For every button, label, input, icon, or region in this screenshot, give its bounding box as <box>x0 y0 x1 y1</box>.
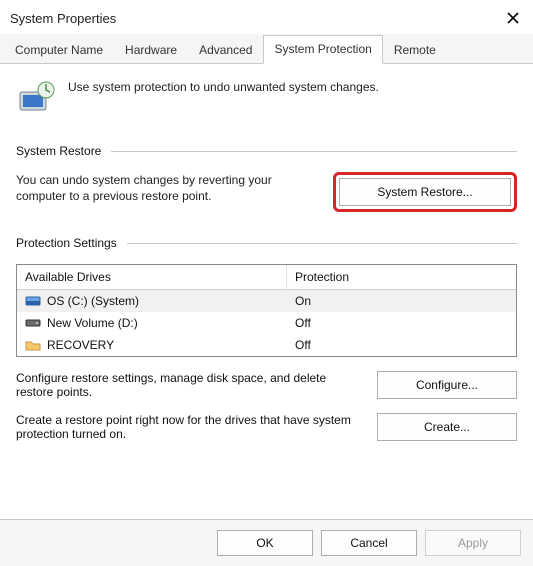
tabstrip: Computer Name Hardware Advanced System P… <box>0 34 533 64</box>
window-title: System Properties <box>10 11 116 26</box>
tab-system-protection[interactable]: System Protection <box>263 35 382 64</box>
drive-name: RECOVERY <box>47 338 114 352</box>
ok-button[interactable]: OK <box>217 530 313 556</box>
close-icon <box>506 11 520 25</box>
divider <box>111 151 517 152</box>
close-button[interactable] <box>503 8 523 28</box>
intro-row: Use system protection to undo unwanted s… <box>16 78 517 118</box>
tab-hardware[interactable]: Hardware <box>114 36 188 64</box>
intro-text: Use system protection to undo unwanted s… <box>68 78 379 94</box>
tab-remote[interactable]: Remote <box>383 36 447 64</box>
drive-protection: Off <box>287 334 516 356</box>
drive-protection: Off <box>287 312 516 334</box>
protection-settings-header-label: Protection Settings <box>16 236 117 250</box>
system-restore-button[interactable]: System Restore... <box>339 178 511 206</box>
protection-settings-group: Protection Settings Available Drives Pro… <box>16 236 517 441</box>
configure-button[interactable]: Configure... <box>377 371 517 399</box>
system-restore-header-label: System Restore <box>16 144 101 158</box>
apply-button: Apply <box>425 530 521 556</box>
drive-os-icon <box>25 294 41 308</box>
tab-advanced[interactable]: Advanced <box>188 36 263 64</box>
table-row[interactable]: RECOVERY Off <box>17 334 516 356</box>
protection-settings-header: Protection Settings <box>16 236 517 250</box>
titlebar: System Properties <box>0 0 533 34</box>
create-button[interactable]: Create... <box>377 413 517 441</box>
drive-name: New Volume (D:) <box>47 316 138 330</box>
system-restore-highlight: System Restore... <box>333 172 517 212</box>
system-restore-group: System Restore You can undo system chang… <box>16 144 517 212</box>
folder-icon <box>25 338 41 352</box>
divider <box>127 243 517 244</box>
cancel-button[interactable]: Cancel <box>321 530 417 556</box>
drive-protection: On <box>287 290 516 312</box>
drive-volume-icon <box>25 316 41 330</box>
system-restore-header: System Restore <box>16 144 517 158</box>
system-protection-icon <box>16 78 56 118</box>
table-row[interactable]: New Volume (D:) Off <box>17 312 516 334</box>
table-row[interactable]: OS (C:) (System) On <box>17 290 516 312</box>
col-available-drives: Available Drives <box>17 265 287 289</box>
dialog-footer: OK Cancel Apply <box>0 519 533 566</box>
tab-content: Use system protection to undo unwanted s… <box>0 64 533 459</box>
tab-computer-name[interactable]: Computer Name <box>4 36 114 64</box>
configure-desc: Configure restore settings, manage disk … <box>16 371 363 399</box>
system-restore-desc: You can undo system changes by reverting… <box>16 172 319 204</box>
drives-table[interactable]: Available Drives Protection OS (C:) (Sys… <box>16 264 517 357</box>
table-header: Available Drives Protection <box>17 265 516 290</box>
create-desc: Create a restore point right now for the… <box>16 413 363 441</box>
col-protection: Protection <box>287 265 516 289</box>
drive-name: OS (C:) (System) <box>47 294 139 308</box>
